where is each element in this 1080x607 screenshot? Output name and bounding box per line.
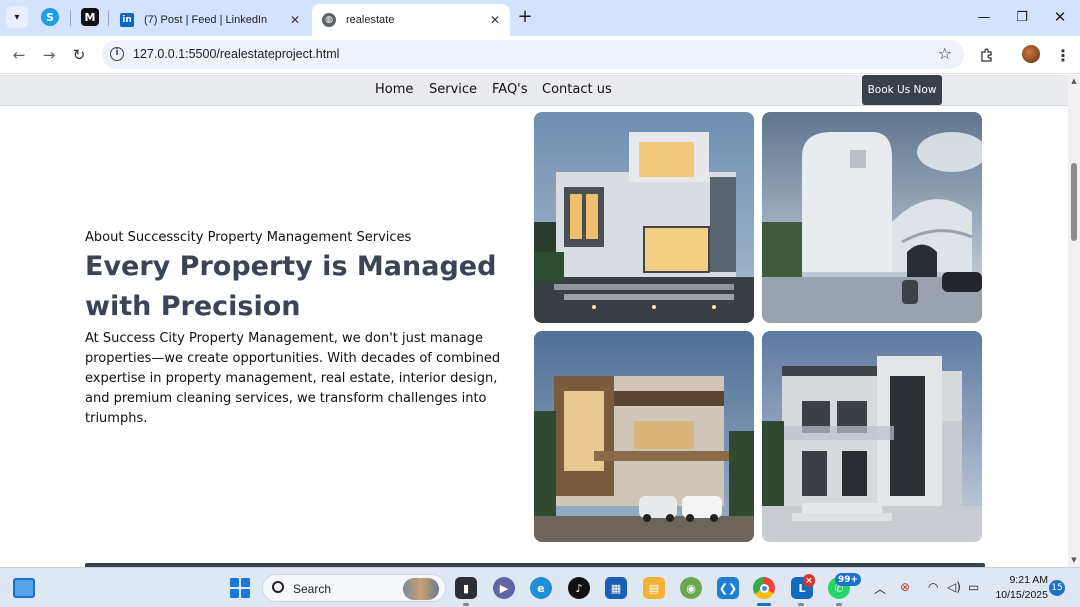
new-tab-button[interactable]: +	[515, 8, 535, 28]
tiktok-icon[interactable]: ♪	[568, 577, 590, 599]
vscode-icon[interactable]: ❮❯	[717, 577, 739, 599]
widgets-icon[interactable]	[13, 578, 35, 598]
restore-button[interactable]: ❐	[1008, 6, 1036, 28]
bookmark-star-icon[interactable]: ☆	[938, 44, 952, 63]
running-indicator	[836, 603, 842, 606]
gallery-image-villa-dusk	[534, 112, 754, 323]
scroll-down-icon[interactable]: ▼	[1070, 556, 1078, 564]
skype-tab[interactable]: S	[41, 8, 59, 26]
site-info-icon[interactable]: i	[110, 47, 124, 61]
whatsapp-badge: 99+	[835, 573, 862, 586]
gallery-image-futuristic-building	[762, 112, 982, 323]
edge-icon[interactable]: e	[530, 577, 552, 599]
clock-time: 9:21 AM	[1009, 574, 1048, 586]
browser-tab-bar: ▾ S M in (7) Post | Feed | LinkedIn ✕ ◍ …	[0, 0, 1080, 36]
close-window-button[interactable]: ✕	[1046, 6, 1074, 28]
store-icon[interactable]: ▦	[605, 577, 627, 599]
medium-tab[interactable]: M	[81, 8, 99, 26]
scrollbar-thumb[interactable]	[1071, 163, 1077, 241]
about-subtitle: About Successcity Property Management Se…	[85, 230, 412, 245]
globe-icon: ◍	[322, 13, 336, 27]
medium-icon: M	[84, 10, 96, 24]
security-icon[interactable]: ⊗	[900, 580, 910, 594]
tab-title: realestate	[346, 14, 395, 26]
linkedin-icon: in	[120, 13, 134, 27]
address-bar[interactable]: i 127.0.0.1:5500/realestateproject.html …	[102, 40, 964, 69]
profile-avatar[interactable]	[1022, 45, 1040, 63]
outlook-badge: ×	[803, 574, 815, 587]
search-label: Search	[293, 582, 332, 596]
browser-toolbar: ← → ↻ i 127.0.0.1:5500/realestateproject…	[0, 36, 1080, 74]
close-icon[interactable]: ✕	[490, 13, 500, 27]
search-icon	[272, 581, 284, 593]
battery-icon[interactable]: ▭	[968, 580, 979, 594]
tab-separator	[108, 10, 109, 26]
tab-linkedin[interactable]: in (7) Post | Feed | LinkedIn ✕	[110, 4, 310, 36]
running-indicator	[463, 603, 469, 606]
search-highlight-image	[403, 578, 439, 600]
book-us-now-button[interactable]: Book Us Now	[862, 75, 942, 105]
running-indicator	[798, 603, 804, 606]
show-hidden-icons-chevron-icon[interactable]: ︿	[874, 580, 886, 597]
notification-count[interactable]: 15	[1049, 580, 1065, 596]
url-text[interactable]: 127.0.0.1:5500/realestateproject.html	[133, 47, 339, 61]
puzzle-icon	[981, 48, 992, 62]
page-viewport: Home Service FAQ's Contact us Book Us No…	[0, 75, 1068, 567]
scroll-up-icon[interactable]: ▲	[1070, 77, 1078, 85]
reload-icon: ↻	[72, 46, 86, 64]
kebab-menu-icon: ⋮	[1055, 45, 1071, 65]
close-icon[interactable]: ✕	[290, 13, 300, 27]
chrome-icon[interactable]	[753, 577, 775, 599]
files-icon[interactable]: ▤	[643, 577, 665, 599]
taskbar-search[interactable]: Search	[262, 574, 446, 602]
arrow-right-icon: →	[42, 46, 56, 64]
site-navbar: Home Service FAQ's Contact us Book Us No…	[0, 75, 1068, 106]
about-heading: Every Property is Managed with Precision	[85, 251, 497, 322]
wifi-icon[interactable]: ◠	[928, 580, 938, 594]
nav-link-faqs[interactable]: FAQ's	[492, 82, 528, 97]
gallery-image-grey-house	[762, 331, 982, 542]
tab-search-button[interactable]: ▾	[6, 6, 28, 28]
page-scrollbar[interactable]: ▲ ▼	[1068, 75, 1080, 567]
skype-icon: S	[46, 10, 54, 24]
arrow-left-icon: ←	[12, 46, 26, 64]
tab-realestate[interactable]: ◍ realestate ✕	[312, 4, 510, 36]
nav-link-home[interactable]: Home	[375, 82, 413, 97]
back-button[interactable]: ←	[8, 44, 30, 66]
windows-taskbar: Search ▮ ▶ e ♪ ▦ ▤ ◉ ❮❯ L × ✆ 99+ ︿ ⊗ ◠ …	[0, 567, 1080, 607]
about-paragraph: At Success City Property Management, we …	[85, 331, 501, 426]
minimize-button[interactable]: —	[970, 6, 998, 28]
gallery-image-wooden-house	[534, 331, 754, 542]
tab-title: (7) Post | Feed | LinkedIn	[144, 14, 268, 26]
nav-link-contact[interactable]: Contact us	[542, 82, 612, 97]
tab-separator	[70, 10, 71, 26]
reload-button[interactable]: ↻	[68, 44, 90, 66]
browser-menu-button[interactable]: ⋮	[1052, 44, 1074, 66]
teams-icon[interactable]: ▶	[493, 577, 515, 599]
taskbar-clock[interactable]: 9:21 AM 10/15/2025	[992, 573, 1048, 603]
volume-icon[interactable]: ◁)	[947, 580, 961, 594]
extensions-button[interactable]	[976, 44, 998, 66]
maps-icon[interactable]: ◉	[680, 577, 702, 599]
active-app-indicator	[757, 603, 771, 606]
forward-button[interactable]: →	[38, 44, 60, 66]
clock-date: 10/15/2025	[995, 589, 1048, 601]
file-explorer-icon[interactable]: ▮	[455, 577, 477, 599]
windows-start-icon[interactable]	[230, 578, 250, 598]
nav-link-service[interactable]: Service	[429, 82, 477, 97]
